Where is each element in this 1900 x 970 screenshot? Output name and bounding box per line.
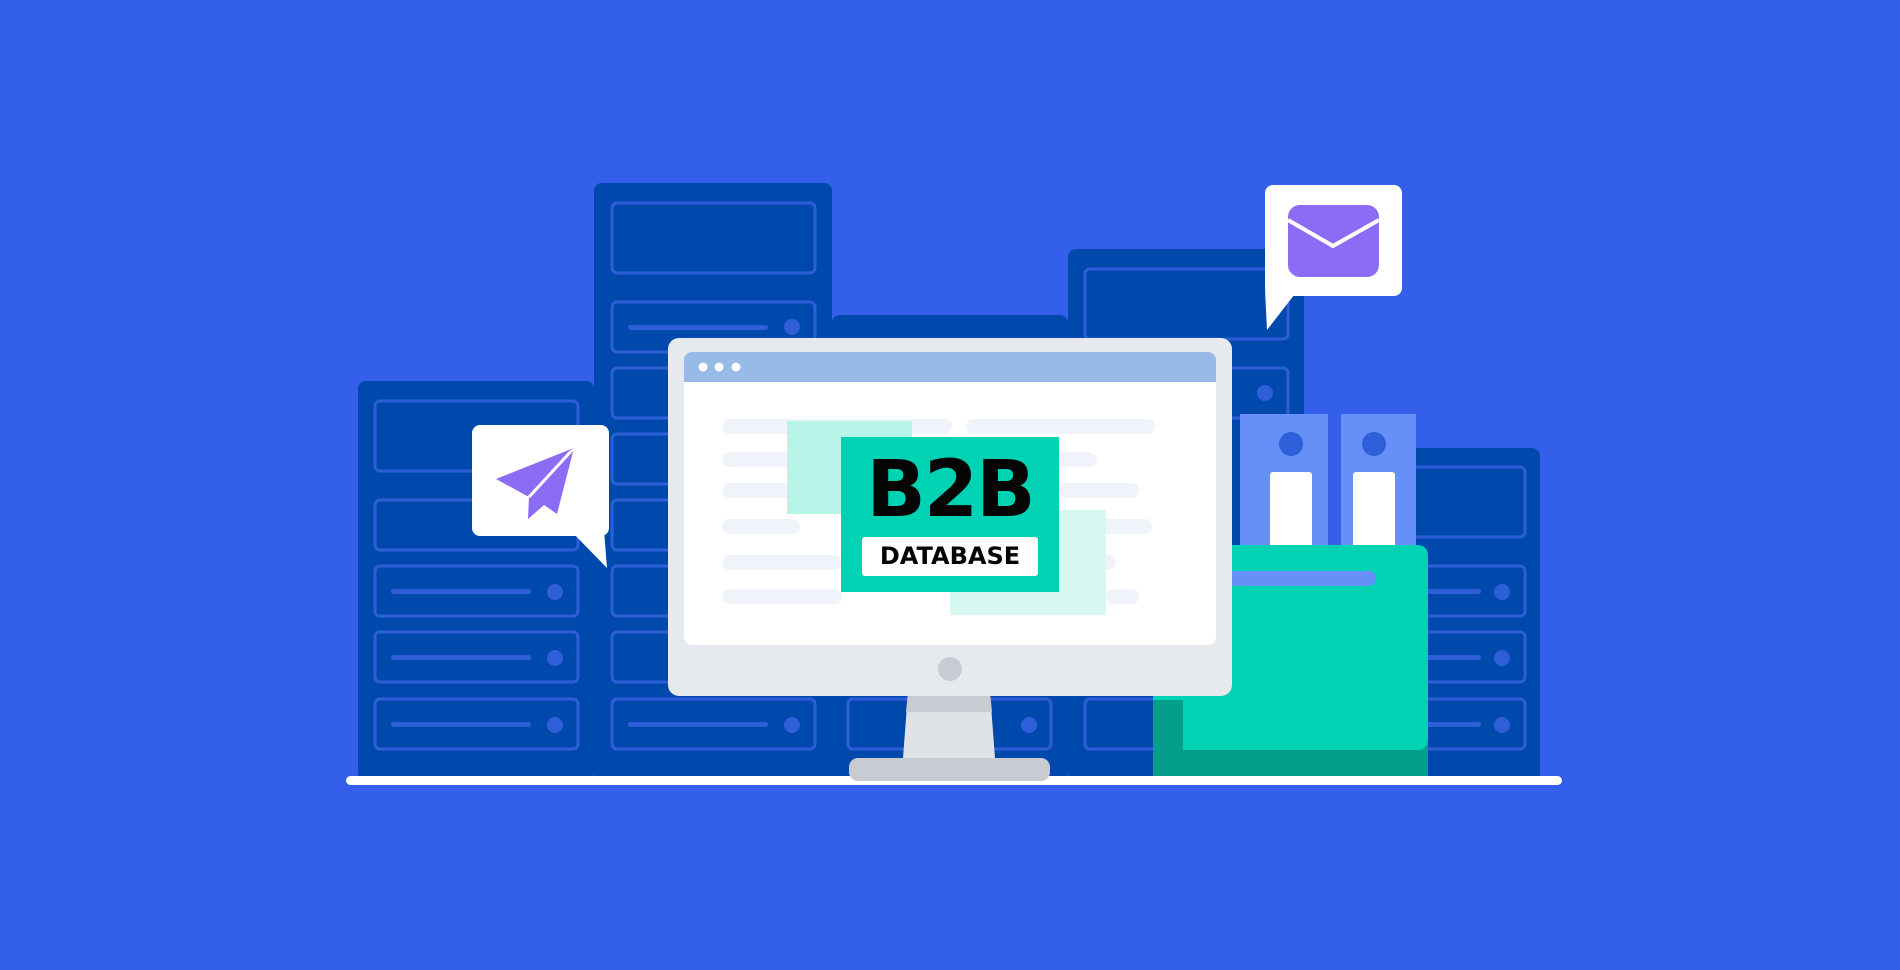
b2b-database-label: B2B DATABASE: [841, 437, 1059, 592]
illustration-scene: B2B DATABASE: [0, 0, 1900, 965]
envelope-icon: [1286, 205, 1380, 277]
label-subtitle: DATABASE: [862, 537, 1038, 576]
label-title: B2B: [866, 445, 1035, 535]
